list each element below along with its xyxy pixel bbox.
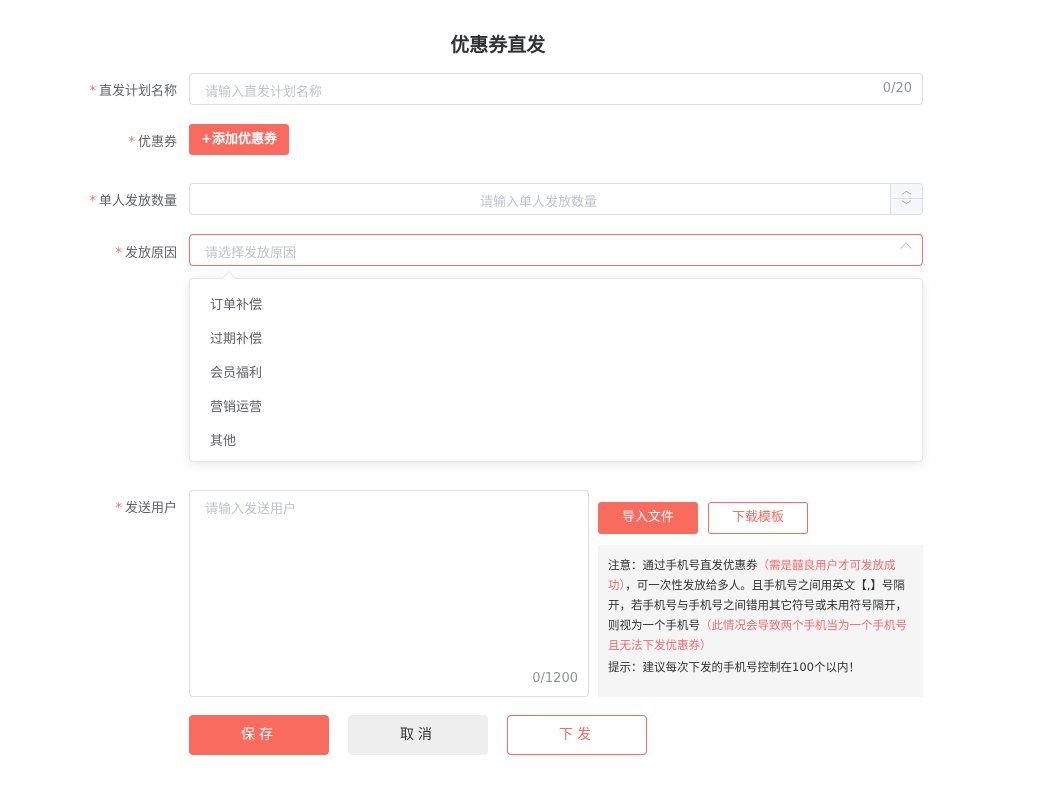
reason-option[interactable]: 会员福利 bbox=[210, 362, 262, 381]
reason-option[interactable]: 过期补偿 bbox=[210, 328, 262, 347]
download-template-button[interactable]: 下载模板 bbox=[708, 502, 808, 534]
send-users-label: * 发送用户 bbox=[115, 501, 177, 516]
chevron-down-icon[interactable]: ﹀ bbox=[891, 199, 922, 214]
notice-box: 注意：通过手机号直发优惠券（需是囍良用户才可发放成功），可一次性发放给多人。且手… bbox=[598, 545, 923, 697]
send-users-placeholder: 请输入发送用户 bbox=[205, 502, 297, 517]
quantity-stepper: ︿ ﹀ bbox=[890, 184, 922, 214]
send-users-char-count: 0/1200 bbox=[532, 671, 578, 686]
notice-tip: 提示：建议每次下发的手机号控制在100个以内！ bbox=[608, 660, 860, 674]
chevron-up-icon[interactable]: ︿ bbox=[891, 184, 922, 199]
coupon-label: * 优惠券 bbox=[128, 135, 177, 150]
per-user-qty-label: * 单人发放数量 bbox=[89, 194, 177, 209]
plan-name-label: * 直发计划名称 bbox=[89, 84, 177, 99]
per-user-qty-placeholder: 请输入单人发放数量 bbox=[480, 195, 598, 210]
send-button[interactable]: 下发 bbox=[507, 715, 647, 755]
required-mark: * bbox=[115, 501, 122, 516]
reason-option[interactable]: 其他 bbox=[210, 430, 236, 449]
required-mark: * bbox=[89, 194, 96, 209]
notice-text: 注意：通过手机号直发优惠券（需是囍良用户才可发放成功），可一次性发放给多人。且手… bbox=[608, 558, 907, 652]
plan-name-input[interactable]: 请输入直发计划名称 0/20 bbox=[189, 73, 923, 105]
reason-option[interactable]: 订单补偿 bbox=[210, 294, 262, 313]
save-button[interactable]: 保存 bbox=[189, 715, 329, 755]
import-file-button[interactable]: 导入文件 bbox=[598, 502, 698, 534]
reason-placeholder: 请选择发放原因 bbox=[205, 246, 297, 261]
chevron-up-icon bbox=[900, 242, 912, 254]
add-coupon-button[interactable]: +添加优惠券 bbox=[189, 124, 289, 155]
send-users-textarea[interactable]: 请输入发送用户 0/1200 bbox=[189, 490, 589, 697]
required-mark: * bbox=[128, 135, 135, 150]
reason-select[interactable]: 请选择发放原因 bbox=[189, 234, 923, 266]
required-mark: * bbox=[89, 84, 96, 99]
reason-label: * 发放原因 bbox=[115, 246, 177, 261]
required-mark: * bbox=[115, 246, 122, 261]
plan-name-placeholder: 请输入直发计划名称 bbox=[205, 85, 323, 100]
page-title: 优惠券直发 bbox=[450, 34, 546, 56]
plan-name-char-count: 0/20 bbox=[882, 81, 912, 96]
cancel-button[interactable]: 取消 bbox=[348, 715, 488, 755]
reason-dropdown: 订单补偿 过期补偿 会员福利 营销运营 其他 bbox=[189, 278, 923, 462]
reason-option[interactable]: 营销运营 bbox=[210, 396, 262, 415]
per-user-qty-input[interactable]: 请输入单人发放数量 ︿ ﹀ bbox=[189, 183, 923, 215]
